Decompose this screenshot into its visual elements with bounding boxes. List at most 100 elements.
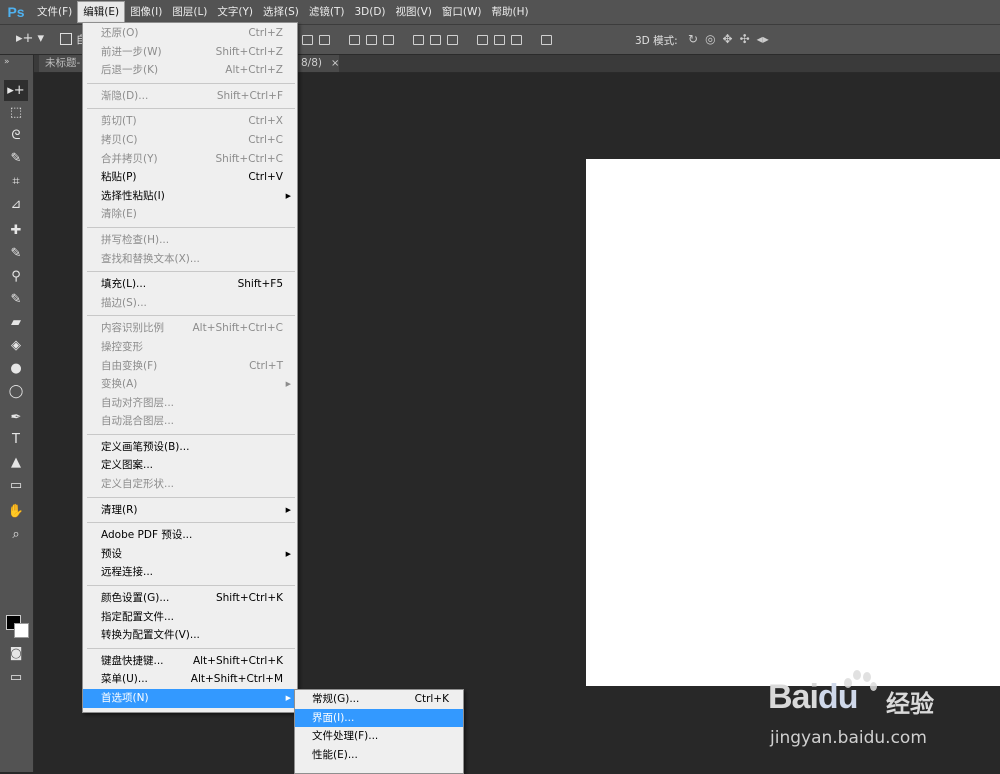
quick-select-tool-icon[interactable]: ✎ — [4, 148, 28, 169]
menu-1[interactable]: 文件(F) — [32, 0, 77, 24]
3d-pan-icon[interactable]: ✥ — [723, 32, 733, 46]
edit-menu-item[interactable]: 自动对齐图层... — [83, 394, 297, 413]
edit-menu-item[interactable]: 定义图案... — [83, 456, 297, 475]
path-select-tool-icon[interactable]: ▲ — [4, 452, 28, 473]
edit-menu-item[interactable]: 填充(L)... Shift+F5 — [83, 275, 297, 294]
preferences-submenu-item[interactable]: 界面(I)... — [295, 708, 463, 728]
background-color-swatch[interactable] — [14, 623, 29, 638]
edit-menu-item[interactable]: 首选项(N) ▶ — [83, 689, 297, 708]
edit-menu-item[interactable]: 指定配置文件... — [83, 608, 297, 627]
screen-mode-icon[interactable]: ▭ — [4, 667, 28, 688]
paint-bucket-tool-icon[interactable]: ◈ — [4, 335, 28, 356]
edit-menu-item[interactable]: 变换(A) ▶ — [83, 375, 297, 394]
auto-align-icon[interactable] — [539, 33, 552, 45]
edit-menu-item[interactable]: 前进一步(W) Shift+Ctrl+Z — [83, 43, 297, 62]
menu-8[interactable]: 3D(D) — [349, 0, 390, 24]
blur-tool-icon[interactable]: ● — [4, 358, 28, 379]
3d-rotate-icon[interactable]: ↻ — [688, 32, 698, 46]
align-center-icon[interactable] — [364, 33, 377, 45]
menu-6[interactable]: 选择(S) — [258, 0, 304, 24]
distribute-left-icon[interactable] — [475, 33, 488, 45]
edit-menu-item[interactable]: 清理(R) ▶ — [83, 501, 297, 520]
marquee-tool-icon[interactable]: ⬚ — [4, 102, 28, 123]
edit-menu-item-label: 内容识别比例 — [101, 322, 164, 335]
preferences-submenu-item[interactable]: 文件处理(F)... — [295, 727, 463, 746]
edit-menu-item[interactable]: 查找和替换文本(X)... — [83, 250, 297, 269]
edit-menu-item-shortcut: Alt+Shift+Ctrl+C — [192, 322, 284, 335]
edit-menu-item-label: 还原(O) — [101, 27, 139, 39]
3d-slide-icon[interactable]: ✣ — [740, 32, 750, 46]
edit-menu-item-shortcut: Shift+Ctrl+K — [215, 592, 283, 605]
history-brush-tool-icon[interactable]: ✎ — [4, 289, 28, 310]
menu-10[interactable]: 窗口(W) — [437, 0, 487, 24]
edit-menu-item[interactable]: 后退一步(K) Alt+Ctrl+Z — [83, 61, 297, 80]
edit-menu-item[interactable]: 自由变换(F) Ctrl+T — [83, 357, 297, 376]
distribute-center-icon[interactable] — [492, 33, 505, 45]
dodge-tool-icon[interactable]: ◯ — [4, 381, 28, 402]
submenu-arrow-icon: ▶ — [285, 549, 291, 558]
edit-menu-item[interactable]: 剪切(T) Ctrl+X — [83, 112, 297, 131]
close-tab-icon[interactable]: × — [331, 55, 339, 72]
eyedropper-tool-icon[interactable]: ⊿ — [4, 194, 28, 215]
menu-3[interactable]: 图像(I) — [125, 0, 167, 24]
quick-mask-icon[interactable]: ◙ — [4, 643, 28, 664]
edit-menu-item[interactable]: 还原(O) Ctrl+Z — [83, 24, 297, 43]
align-middle-icon[interactable] — [317, 33, 330, 45]
eraser-tool-icon[interactable]: ▰ — [4, 312, 28, 333]
menu-2[interactable]: 编辑(E) — [77, 1, 126, 23]
edit-menu-item[interactable]: Adobe PDF 预设... — [83, 526, 297, 545]
preferences-item-label: 文件处理(F)... — [312, 730, 379, 743]
edit-menu-item[interactable]: 渐隐(D)... Shift+Ctrl+F — [83, 87, 297, 106]
auto-select-checkbox[interactable] — [60, 33, 72, 45]
tool-preset-picker[interactable]: ▸+ ▾ — [16, 31, 44, 46]
edit-menu-item[interactable]: 定义自定形状... — [83, 475, 297, 494]
menu-11[interactable]: 帮助(H) — [487, 0, 534, 24]
pen-tool-icon[interactable]: ✒ — [4, 407, 28, 428]
menu-9[interactable]: 视图(V) — [391, 0, 437, 24]
preferences-submenu-item[interactable]: 性能(E)... — [295, 746, 463, 765]
edit-menu-item[interactable]: 拷贝(C) Ctrl+C — [83, 131, 297, 150]
document-canvas[interactable] — [586, 159, 1000, 686]
edit-menu-item[interactable]: 拼写检查(H)... — [83, 231, 297, 250]
crop-tool-icon[interactable]: ⌗ — [4, 171, 28, 192]
edit-menu-item[interactable]: 菜单(U)... Alt+Shift+Ctrl+M — [83, 670, 297, 689]
menu-5[interactable]: 文字(Y) — [212, 0, 258, 24]
zoom-tool-icon[interactable]: ⌕ — [4, 524, 28, 545]
edit-menu-item[interactable]: 预设 ▶ — [83, 545, 297, 564]
edit-menu-item-shortcut: Ctrl+T — [249, 359, 283, 372]
edit-menu-item[interactable]: 定义画笔预设(B)... — [83, 438, 297, 457]
edit-menu-item[interactable]: 描边(S)... — [83, 294, 297, 313]
edit-menu-item[interactable]: 粘贴(P) Ctrl+V — [83, 168, 297, 187]
edit-menu-item[interactable]: 远程连接... — [83, 563, 297, 582]
edit-menu-item[interactable]: 清除(E) — [83, 205, 297, 224]
preferences-submenu-item[interactable]: 常规(G)... Ctrl+K — [295, 690, 463, 709]
healing-brush-tool-icon[interactable]: ✚ — [4, 220, 28, 241]
distribute-right-icon[interactable] — [509, 33, 522, 45]
edit-menu-item[interactable]: 内容识别比例 Alt+Shift+Ctrl+C — [83, 319, 297, 338]
type-tool-icon[interactable]: T — [4, 429, 28, 450]
distribute-middle-icon[interactable] — [428, 33, 441, 45]
3d-scale-icon[interactable]: ◂▸ — [757, 32, 769, 46]
align-left-icon[interactable] — [347, 33, 360, 45]
distribute-top-icon[interactable] — [411, 33, 424, 45]
clone-stamp-tool-icon[interactable]: ⚲ — [4, 266, 28, 287]
edit-menu-item[interactable]: 转换为配置文件(V)... — [83, 626, 297, 645]
brush-tool-icon[interactable]: ✎ — [4, 243, 28, 264]
align-right-icon[interactable] — [381, 33, 394, 45]
shape-tool-icon[interactable]: ▭ — [4, 475, 28, 496]
edit-menu-item[interactable]: 合并拷贝(Y) Shift+Ctrl+C — [83, 150, 297, 169]
lasso-tool-icon[interactable]: ᘓ — [4, 125, 28, 146]
edit-menu-item[interactable]: 颜色设置(G)... Shift+Ctrl+K — [83, 589, 297, 608]
3d-roll-icon[interactable]: ◎ — [705, 32, 715, 46]
edit-menu-item[interactable]: 自动混合图层... — [83, 412, 297, 431]
move-tool-icon[interactable]: ▸+ — [4, 80, 28, 101]
edit-menu-item[interactable]: 键盘快捷键... Alt+Shift+Ctrl+K — [83, 652, 297, 671]
align-top-icon[interactable] — [300, 33, 313, 45]
edit-menu-item[interactable]: 选择性粘贴(I) ▶ — [83, 187, 297, 206]
menu-7[interactable]: 滤镜(T) — [304, 0, 350, 24]
menu-4[interactable]: 图层(L) — [167, 0, 212, 24]
distribute-bottom-icon[interactable] — [445, 33, 458, 45]
panel-collapse-icon[interactable]: » — [4, 57, 10, 67]
hand-tool-icon[interactable]: ✋ — [4, 501, 28, 522]
edit-menu-item[interactable]: 操控变形 — [83, 338, 297, 357]
